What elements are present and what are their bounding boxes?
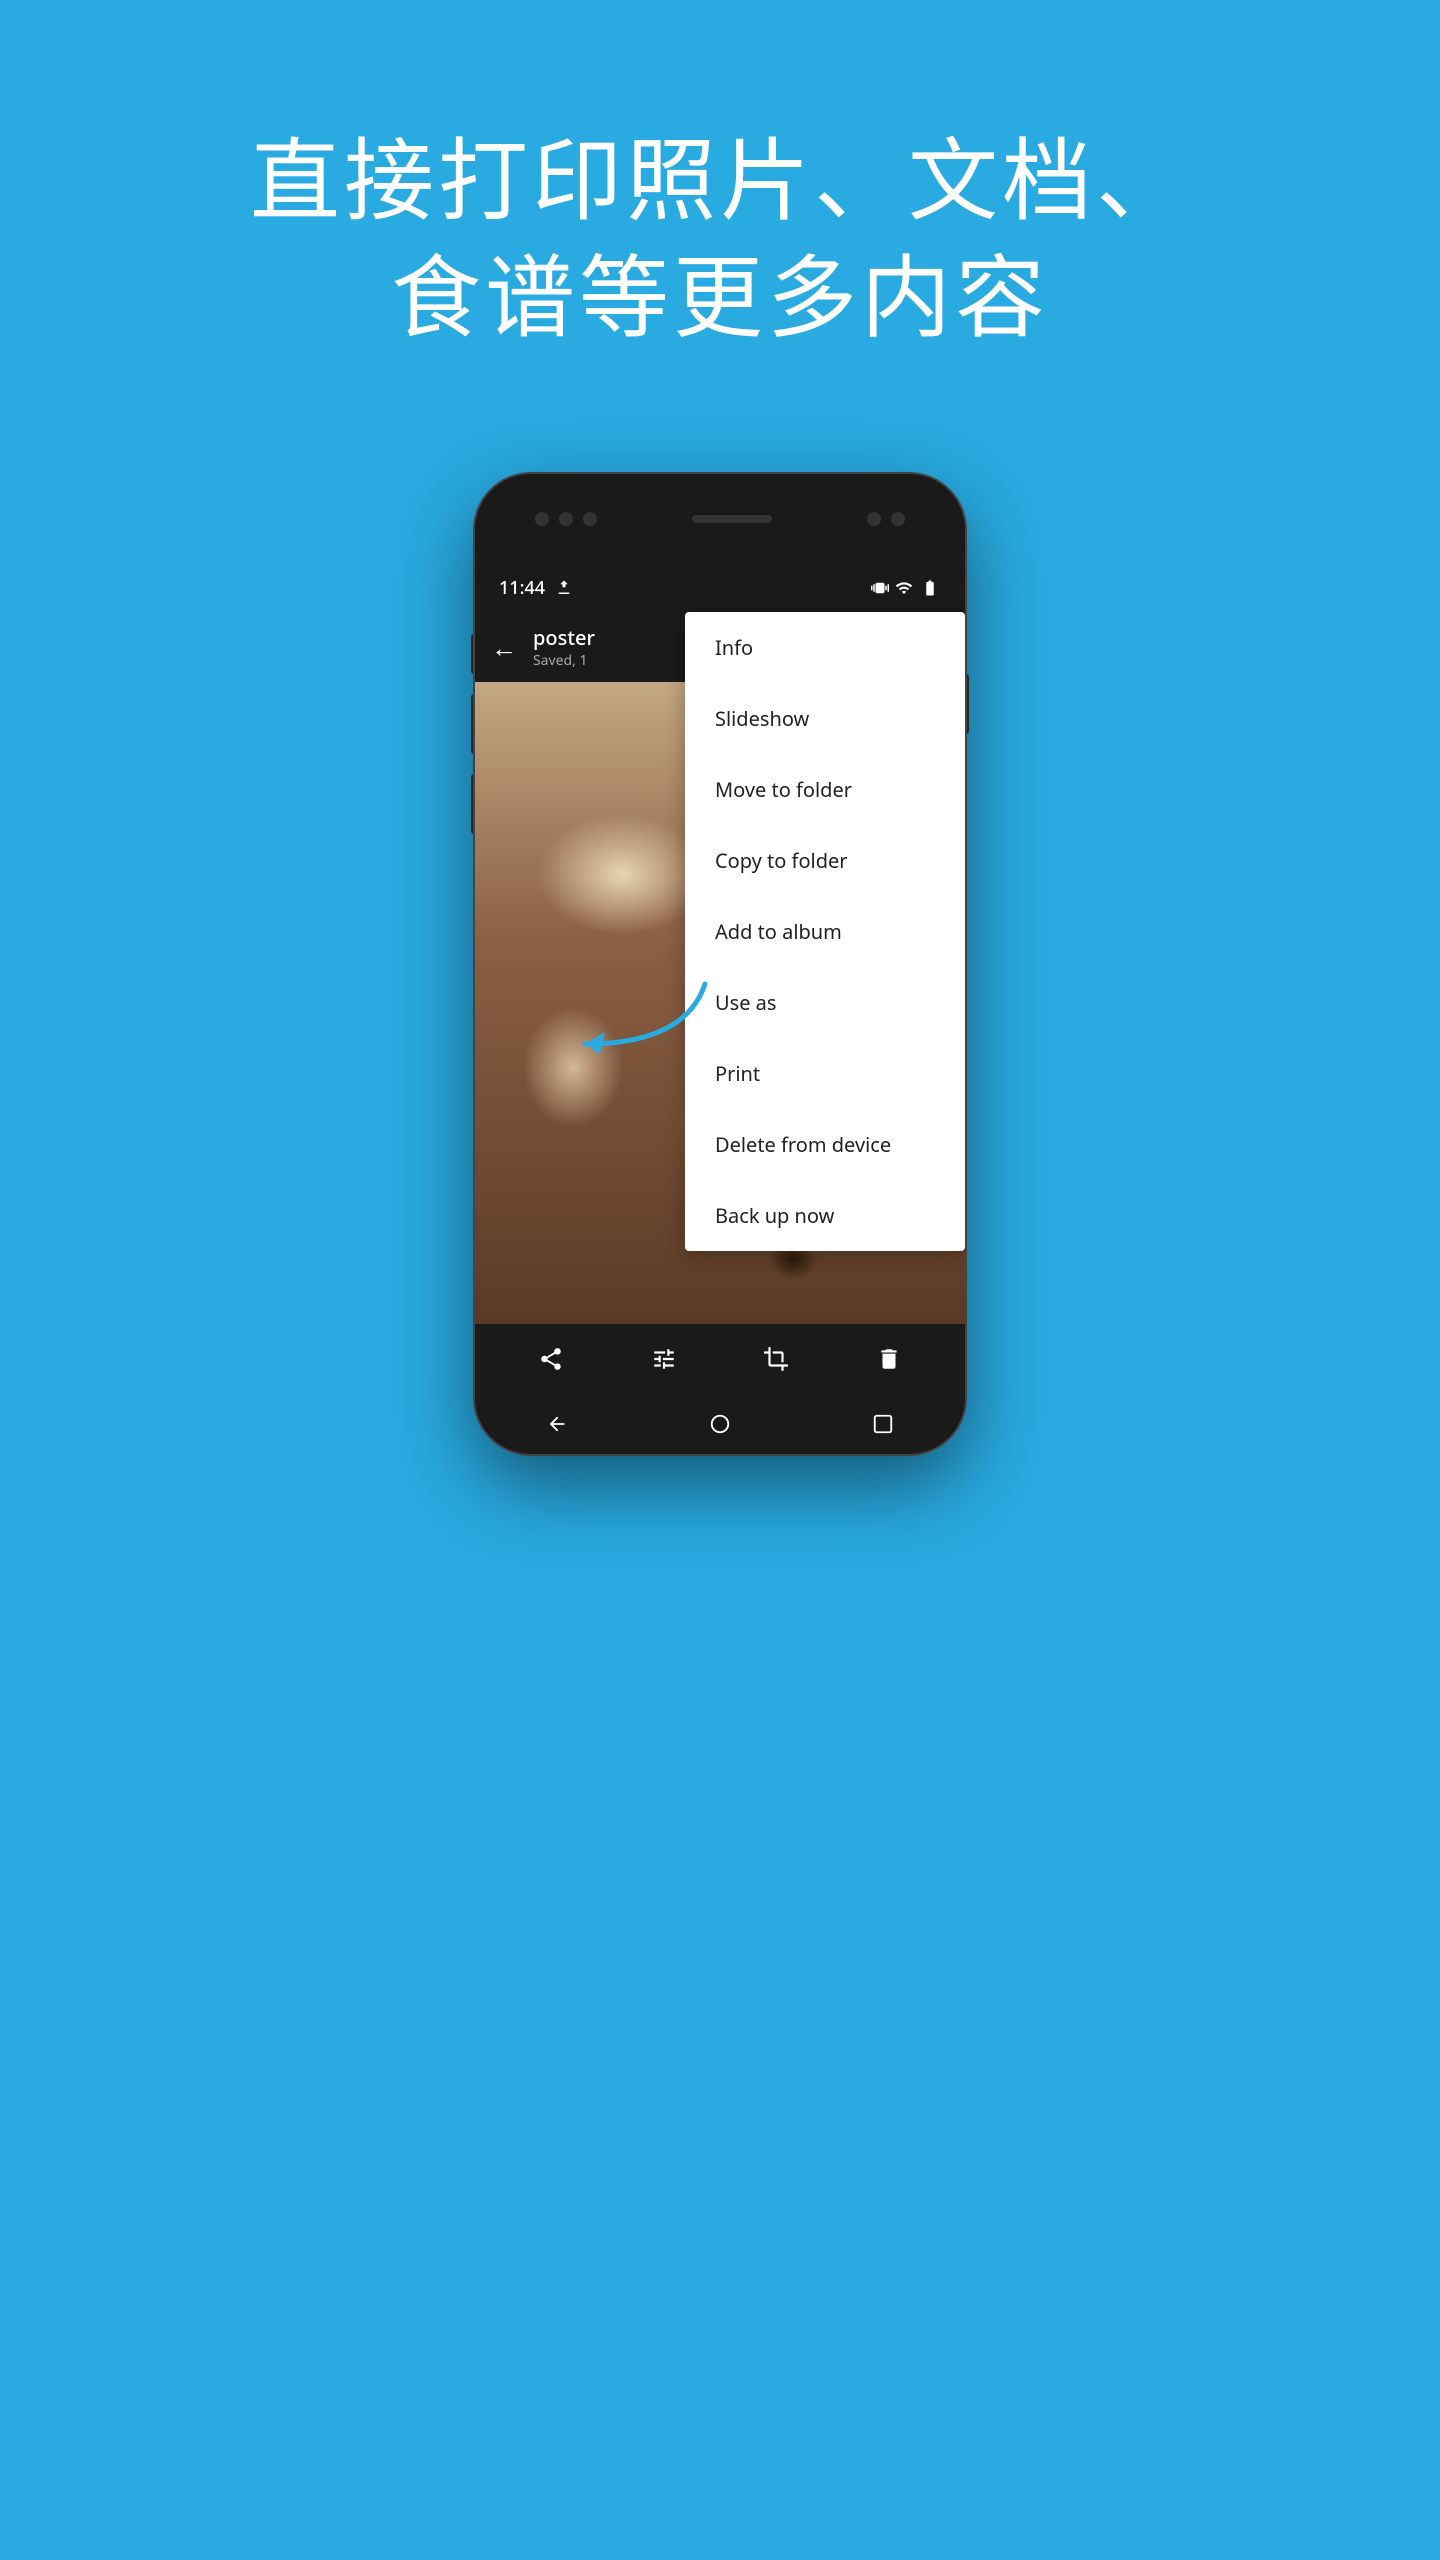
app-bar-title-group: poster Saved, 1 bbox=[533, 624, 595, 670]
clock: 11:44 bbox=[499, 576, 545, 600]
nav-recents-icon[interactable] bbox=[872, 1413, 894, 1435]
header-line2: 食谱等更多内容 bbox=[250, 237, 1190, 354]
app-bar-subtitle: Saved, 1 bbox=[533, 651, 595, 670]
phone-device: 11:44 bbox=[475, 474, 965, 1454]
vibrate-icon bbox=[871, 579, 889, 597]
battery-icon bbox=[919, 579, 941, 597]
phone-top-bezel bbox=[475, 474, 965, 564]
menu-item-use-as[interactable]: Use as bbox=[685, 967, 965, 1038]
edit-icon[interactable] bbox=[763, 1346, 789, 1372]
dot-3 bbox=[583, 512, 597, 526]
header-text: 直接打印照片、文档、 食谱等更多内容 bbox=[250, 120, 1190, 354]
dot-1 bbox=[535, 512, 549, 526]
status-right bbox=[871, 579, 941, 597]
nav-bar bbox=[475, 1394, 965, 1454]
nav-back-icon[interactable] bbox=[546, 1413, 568, 1435]
menu-item-move-to-folder[interactable]: Move to folder bbox=[685, 754, 965, 825]
delete-icon[interactable] bbox=[876, 1346, 902, 1372]
wifi-icon bbox=[895, 579, 913, 597]
menu-item-delete-from-device[interactable]: Delete from device bbox=[685, 1109, 965, 1180]
speaker bbox=[692, 515, 772, 523]
download-icon bbox=[555, 579, 573, 597]
sensor-dot bbox=[891, 512, 905, 526]
share-icon[interactable] bbox=[538, 1346, 564, 1372]
menu-item-add-to-album[interactable]: Add to album bbox=[685, 896, 965, 967]
menu-item-copy-to-folder[interactable]: Copy to folder bbox=[685, 825, 965, 896]
front-camera-dot bbox=[867, 512, 881, 526]
back-button[interactable]: ← bbox=[491, 629, 517, 665]
menu-item-print[interactable]: Print bbox=[685, 1038, 965, 1109]
camera-area bbox=[535, 512, 597, 526]
menu-item-info[interactable]: Info bbox=[685, 612, 965, 683]
adjust-icon[interactable] bbox=[651, 1346, 677, 1372]
context-menu: Info Slideshow Move to folder Copy to fo… bbox=[685, 612, 965, 1251]
status-left: 11:44 bbox=[499, 576, 573, 600]
app-bar-title: poster bbox=[533, 624, 595, 651]
phone-shell: 11:44 bbox=[475, 474, 965, 1454]
bottom-toolbar bbox=[475, 1324, 965, 1394]
front-camera-area bbox=[867, 512, 905, 526]
nav-home-icon[interactable] bbox=[709, 1413, 731, 1435]
dot-2 bbox=[559, 512, 573, 526]
status-bar: 11:44 bbox=[475, 564, 965, 612]
menu-item-slideshow[interactable]: Slideshow bbox=[685, 683, 965, 754]
header-line1: 直接打印照片、文档、 bbox=[250, 120, 1190, 237]
menu-item-back-up-now[interactable]: Back up now bbox=[685, 1180, 965, 1251]
